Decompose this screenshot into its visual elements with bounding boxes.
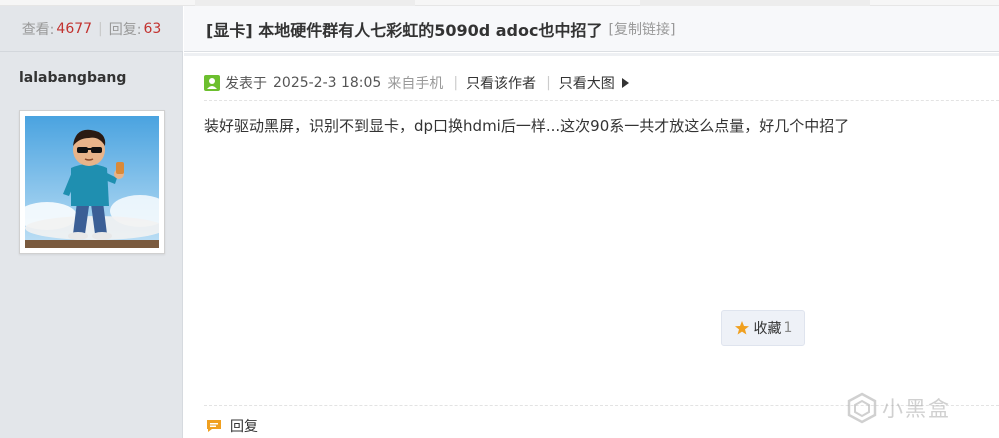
favorite-label: 收藏 — [753, 321, 782, 337]
favorite-count: 1 — [783, 320, 793, 336]
stats-separator: | — [98, 20, 103, 37]
thread-title-bar: [显卡] 本地硬件群有人七彩虹的5090d adoc也中招了 [复制链接] — [184, 6, 999, 52]
reply-label: 回复 — [230, 419, 258, 435]
meta-separator: | — [546, 75, 551, 91]
author-username[interactable]: lalabangbang — [19, 70, 126, 86]
reply-button[interactable]: 回复 — [206, 416, 258, 436]
thread-stats: 查看: 4677 | 回复: 63 — [0, 6, 183, 52]
posted-label: 发表于 — [225, 76, 267, 92]
watermark: 小黑盒 — [846, 392, 951, 424]
post-meta: 发表于 2025-2-3 18:05 来自手机 | 只看该作者 | 只看大图 — [204, 73, 630, 93]
meta-divider — [204, 100, 999, 101]
replies-label: 回复: — [108, 21, 142, 38]
views-count: 4677 — [56, 20, 93, 37]
post-body-text: 装好驱动黑屏，识别不到显卡，dp口换hdmi后一样...这次90系一共才放这么点… — [204, 117, 850, 135]
triangle-right-icon — [621, 78, 629, 88]
reply-icon — [207, 420, 221, 432]
user-online-icon — [204, 75, 220, 91]
post-content-area: 发表于 2025-2-3 18:05 来自手机 | 只看该作者 | 只看大图 装… — [184, 53, 999, 438]
meta-separator: | — [453, 75, 459, 91]
views-label: 查看: — [21, 21, 55, 38]
view-large-images-link[interactable]: 只看大图 — [559, 73, 615, 93]
post-source: 来自手机 — [387, 76, 444, 92]
thread-title: [显卡] 本地硬件群有人七彩虹的5090d adoc也中招了 — [206, 20, 603, 40]
copy-link-button[interactable]: [复制链接] — [608, 19, 675, 39]
favorite-button[interactable]: 收藏 1 — [721, 310, 805, 346]
cartoon-boy-sunglasses-avatar-icon — [25, 116, 159, 248]
author-avatar[interactable] — [19, 110, 165, 254]
replies-count: 63 — [143, 20, 162, 37]
watermark-text: 小黑盒 — [882, 397, 951, 421]
star-icon — [734, 321, 749, 335]
post-date: 2025-2-3 18:05 — [273, 75, 382, 91]
only-author-link[interactable]: 只看该作者 — [466, 73, 536, 93]
xiaoheihe-logo-icon — [847, 392, 877, 424]
